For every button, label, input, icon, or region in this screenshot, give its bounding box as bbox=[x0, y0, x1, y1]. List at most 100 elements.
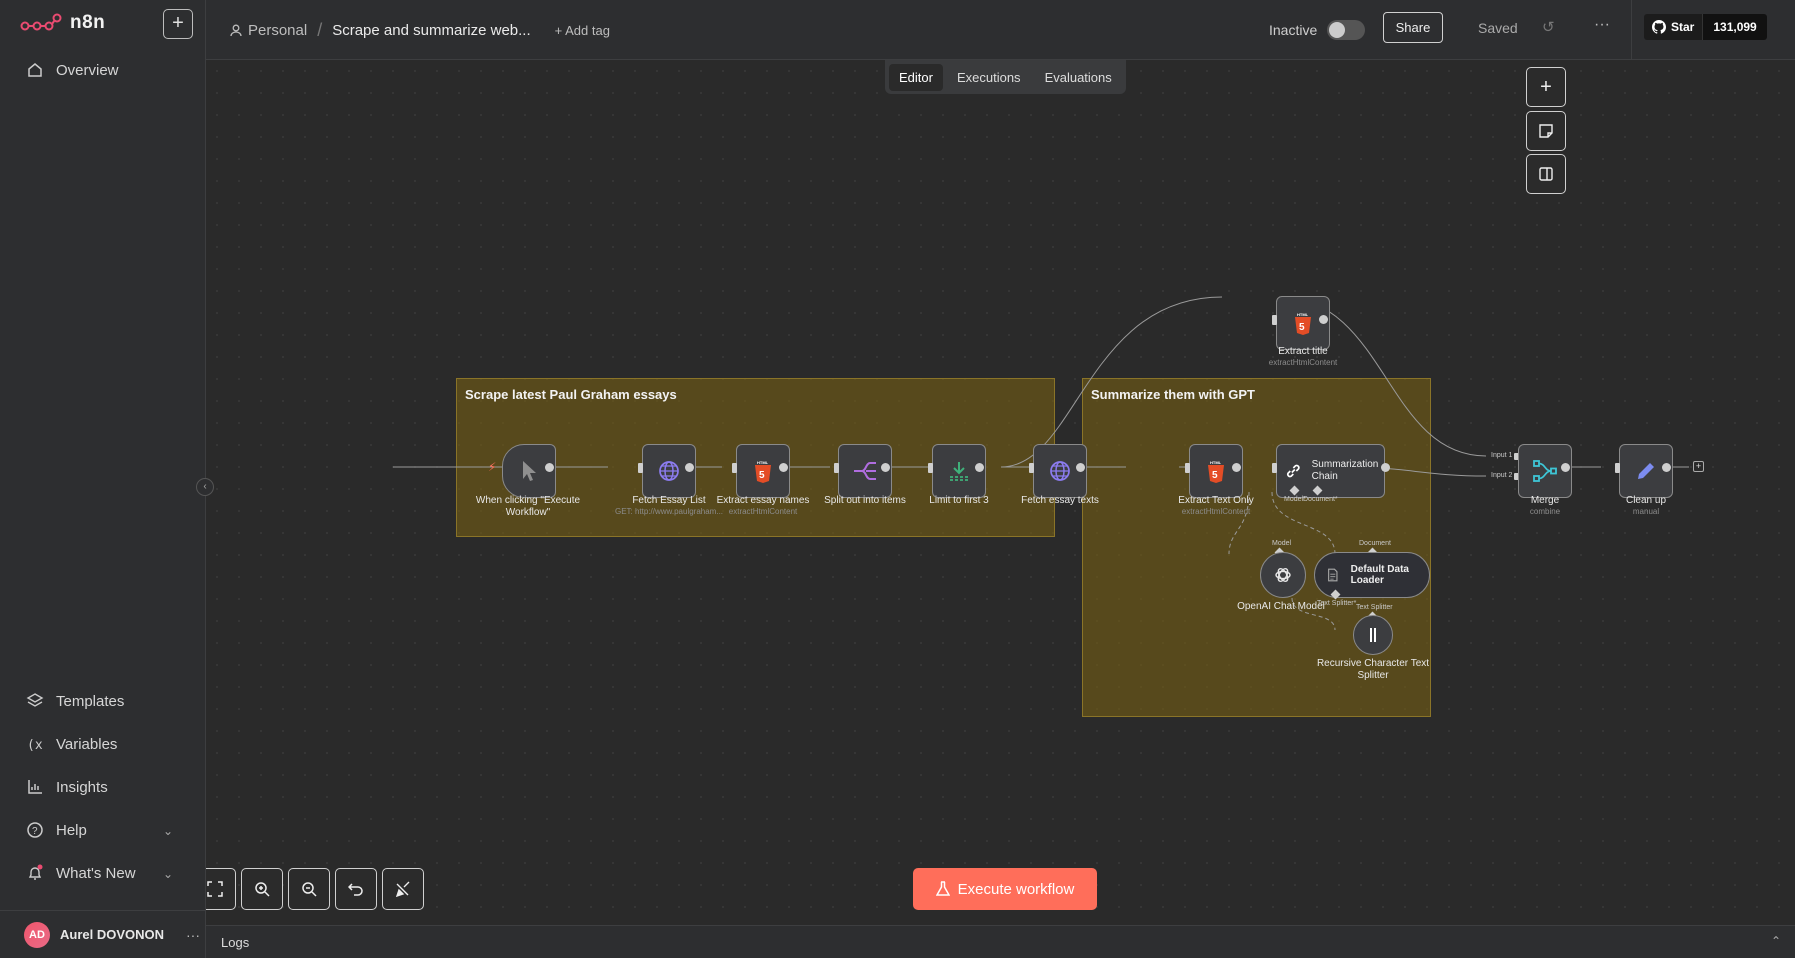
globe-icon bbox=[659, 461, 679, 481]
output-port[interactable] bbox=[779, 463, 788, 472]
panel-icon bbox=[1539, 167, 1553, 181]
history-icon[interactable]: ↺ bbox=[1542, 18, 1555, 36]
input-port[interactable] bbox=[1272, 463, 1277, 473]
toggle-panel-button[interactable] bbox=[1526, 154, 1566, 194]
sidebar-item-templates[interactable]: Templates bbox=[26, 689, 124, 713]
output-port[interactable] bbox=[1232, 463, 1241, 472]
input-port[interactable] bbox=[1185, 463, 1190, 473]
more-options-icon[interactable]: ··· bbox=[1594, 16, 1610, 34]
undo-button[interactable] bbox=[335, 868, 377, 910]
split-icon bbox=[854, 462, 876, 480]
input-port[interactable] bbox=[834, 463, 839, 473]
pencil-icon bbox=[1638, 463, 1654, 479]
port-label: Document* bbox=[1303, 496, 1338, 503]
sidebar-item-label: Insights bbox=[56, 778, 108, 796]
workflow-canvas[interactable]: Editor Executions Evaluations Scrape lat… bbox=[206, 60, 1795, 925]
sidebar-item-variables[interactable]: (x) Variables bbox=[26, 732, 117, 756]
node-subtitle: extractHtmlContent bbox=[1181, 507, 1251, 516]
active-toggle[interactable] bbox=[1327, 20, 1366, 40]
node-default-data-loader[interactable]: Default Data Loader bbox=[1314, 552, 1430, 598]
port-label: Text Splitter* bbox=[1317, 600, 1357, 607]
sidebar-collapse-button[interactable]: ‹ bbox=[196, 478, 214, 496]
html5-icon: HTML 5 bbox=[1295, 312, 1311, 335]
user-menu[interactable]: AD Aurel DOVONON ··· bbox=[0, 910, 206, 958]
node-subtitle: manual bbox=[1632, 507, 1660, 516]
add-node-button[interactable]: + bbox=[1526, 67, 1566, 107]
output-port[interactable] bbox=[1319, 315, 1328, 324]
execute-workflow-button[interactable]: Execute workflow bbox=[913, 868, 1097, 910]
tidy-up-button[interactable] bbox=[382, 868, 424, 910]
sidebar: n8n + Overview Templates (x) Variables I… bbox=[0, 0, 206, 958]
workflow-name[interactable]: Scrape and summarize web... bbox=[332, 22, 530, 39]
github-area: Star 131,099 bbox=[1631, 0, 1795, 60]
zoom-out-icon bbox=[302, 882, 317, 897]
github-icon bbox=[1652, 20, 1666, 34]
user-icon bbox=[230, 24, 242, 37]
input-port[interactable] bbox=[1615, 463, 1620, 473]
input-port[interactable] bbox=[638, 463, 643, 473]
github-star-button[interactable]: Star 131,099 bbox=[1644, 14, 1767, 40]
node-label: Fetch essay texts bbox=[1021, 495, 1099, 506]
port-label: Input 2 bbox=[1491, 472, 1513, 479]
node-label: Extract title bbox=[1278, 346, 1328, 357]
svg-text:HTML: HTML bbox=[1210, 460, 1222, 465]
share-button[interactable]: Share bbox=[1383, 12, 1443, 43]
html5-icon: HTML 5 bbox=[755, 460, 771, 483]
output-port[interactable] bbox=[881, 463, 890, 472]
node-label: Clean up bbox=[1625, 495, 1667, 506]
execute-label: Execute workflow bbox=[957, 880, 1075, 898]
add-tag-button[interactable]: + Add tag bbox=[555, 23, 610, 38]
input-port[interactable] bbox=[928, 463, 933, 473]
user-name: Aurel DOVONON bbox=[60, 927, 165, 942]
whats-new-chevron-icon[interactable]: ⌄ bbox=[163, 867, 173, 881]
connection-line bbox=[1000, 296, 1223, 468]
node-recursive-text-splitter[interactable] bbox=[1353, 615, 1393, 655]
zoom-in-button[interactable] bbox=[241, 868, 283, 910]
help-chevron-icon[interactable]: ⌄ bbox=[163, 824, 173, 838]
tab-executions[interactable]: Executions bbox=[947, 64, 1031, 91]
add-node-plus-icon[interactable]: + bbox=[1693, 461, 1704, 472]
input-port[interactable] bbox=[1029, 463, 1034, 473]
node-label: Default Data Loader bbox=[1350, 564, 1409, 586]
output-port[interactable] bbox=[1662, 463, 1671, 472]
splitter-icon bbox=[1370, 628, 1376, 642]
project-name: Personal bbox=[248, 22, 308, 39]
sidebar-item-help[interactable]: ? Help bbox=[26, 818, 87, 842]
node-subtitle: extractHtmlContent bbox=[728, 507, 798, 516]
tab-evaluations[interactable]: Evaluations bbox=[1035, 64, 1122, 91]
sidebar-item-insights[interactable]: Insights bbox=[26, 775, 108, 799]
user-more-icon[interactable]: ··· bbox=[186, 927, 200, 943]
zoom-fit-button[interactable] bbox=[206, 868, 236, 910]
logs-panel-bar[interactable]: Logs ⌃ bbox=[206, 925, 1795, 958]
tab-editor[interactable]: Editor bbox=[889, 63, 943, 91]
output-port[interactable] bbox=[1561, 463, 1570, 472]
output-port[interactable] bbox=[975, 463, 984, 472]
zoom-out-button[interactable] bbox=[288, 868, 330, 910]
zoom-in-icon bbox=[255, 882, 270, 897]
cursor-icon bbox=[523, 461, 536, 481]
plus-icon: + bbox=[1540, 75, 1552, 98]
broom-icon bbox=[395, 881, 410, 897]
input-port[interactable] bbox=[1272, 315, 1277, 325]
sticky-note-button[interactable] bbox=[1526, 111, 1566, 151]
node-openai-chat-model[interactable] bbox=[1260, 552, 1306, 598]
n8n-logo[interactable]: n8n bbox=[20, 12, 105, 34]
output-port[interactable] bbox=[685, 463, 694, 472]
output-port[interactable] bbox=[1381, 463, 1390, 472]
sidebar-item-whats-new[interactable]: What's New bbox=[26, 861, 136, 885]
breadcrumb-separator: / bbox=[317, 20, 323, 40]
chevron-up-icon[interactable]: ⌃ bbox=[1771, 934, 1781, 948]
svg-text:?: ? bbox=[32, 826, 38, 837]
github-star-label: Star bbox=[1671, 20, 1695, 34]
output-port[interactable] bbox=[1076, 463, 1085, 472]
input-port[interactable] bbox=[732, 463, 737, 473]
github-star-count: 131,099 bbox=[1702, 14, 1767, 40]
svg-text:(x): (x) bbox=[27, 738, 44, 753]
header: Personal / Scrape and summarize web... +… bbox=[206, 0, 1795, 60]
sidebar-item-overview[interactable]: Overview bbox=[26, 58, 119, 82]
github-star: Star bbox=[1644, 14, 1703, 40]
output-port[interactable] bbox=[545, 463, 554, 472]
sidebar-item-label: Help bbox=[56, 821, 87, 839]
create-new-button[interactable]: + bbox=[163, 9, 193, 39]
project-link[interactable]: Personal bbox=[230, 22, 307, 39]
